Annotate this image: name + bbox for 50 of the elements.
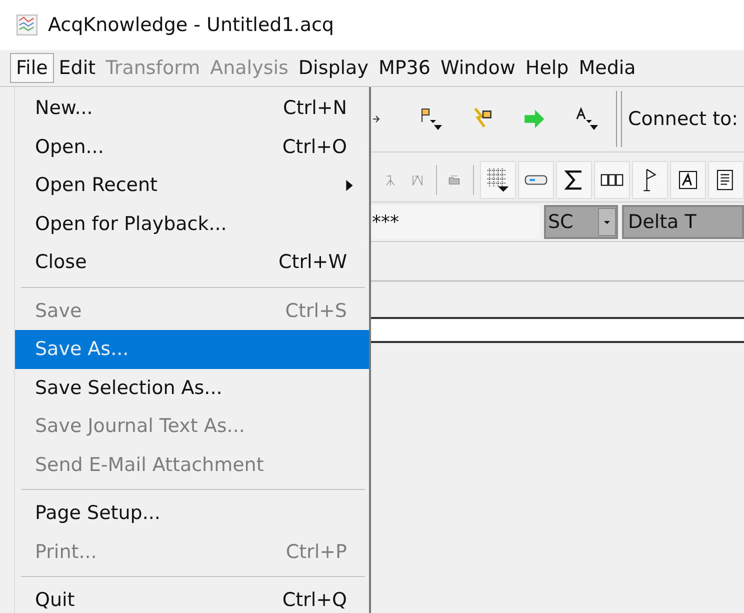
window-title: AcqKnowledge - Untitled1.acq: [48, 14, 334, 36]
menu-item[interactable]: Help: [520, 54, 574, 82]
connect-label: Connect to:: [628, 108, 738, 130]
menu-item-label: Open for Playback...: [35, 212, 227, 235]
menu-item-label: Close: [35, 251, 87, 274]
shortcut-text: Ctrl+W: [278, 251, 347, 274]
measurement-type-field[interactable]: Delta T: [622, 205, 744, 239]
shortcut-text: Ctrl+O: [282, 136, 347, 158]
menu-item[interactable]: File: [10, 53, 54, 83]
arrow-icon[interactable]: [372, 113, 380, 125]
shortcut-text: Ctrl+N: [283, 97, 347, 120]
menu-item-label: Send E-Mail Attachment: [35, 454, 264, 476]
shortcut-text: Ctrl+P: [286, 540, 347, 563]
menu-item-label: Save As...: [35, 338, 129, 360]
menu-item[interactable]: Edit: [54, 54, 101, 82]
menu-item[interactable]: Media: [574, 54, 641, 82]
menu-item-label: New...: [35, 97, 93, 120]
menu-item[interactable]: Page Setup...: [15, 494, 369, 532]
menu-item[interactable]: New... Ctrl+N: [15, 89, 369, 128]
document-icon[interactable]: [708, 161, 744, 199]
menu-item[interactable]: Display: [293, 54, 374, 82]
menu-item-label: Save Journal Text As...: [35, 415, 245, 438]
menu-item-label: Open Recent: [35, 174, 158, 196]
menu-item-label: Print...: [35, 540, 97, 563]
channel-dropdown[interactable]: SC: [544, 205, 618, 239]
menu-item-label: Save Selection As...: [35, 376, 222, 399]
sigma-icon[interactable]: [556, 161, 592, 199]
menu-item-label: Save: [35, 300, 82, 322]
channel-value-field[interactable]: ***: [370, 205, 540, 239]
menu-item-label: Page Setup...: [35, 502, 160, 524]
number-boxes-icon[interactable]: [594, 161, 630, 199]
menu-item[interactable]: Quit Ctrl+Q: [15, 581, 369, 613]
menu-item[interactable]: Open Recent: [15, 166, 369, 204]
menu-item[interactable]: MP36: [373, 54, 436, 82]
menu-item[interactable]: Open... Ctrl+O: [15, 128, 369, 166]
menu-item-label: Quit: [35, 589, 75, 612]
menu-item[interactable]: Close Ctrl+W: [15, 243, 369, 282]
text-icon[interactable]: [670, 161, 706, 199]
menu-item[interactable]: Save As...: [15, 330, 369, 368]
app-chart-icon: [16, 13, 38, 37]
shortcut-text: Ctrl+S: [285, 300, 347, 322]
menu-item-label: Open...: [35, 136, 104, 158]
menu-item[interactable]: Open for Playback...: [15, 204, 369, 243]
menu-item[interactable]: Window: [435, 54, 520, 82]
flag-icon[interactable]: [632, 161, 668, 199]
shortcut-text: Ctrl+Q: [282, 589, 347, 612]
menu-item[interactable]: Save Selection As...: [15, 368, 369, 407]
device-icon[interactable]: [518, 161, 554, 199]
text-style-icon[interactable]: [574, 106, 600, 132]
grid-icon[interactable]: [480, 161, 516, 199]
